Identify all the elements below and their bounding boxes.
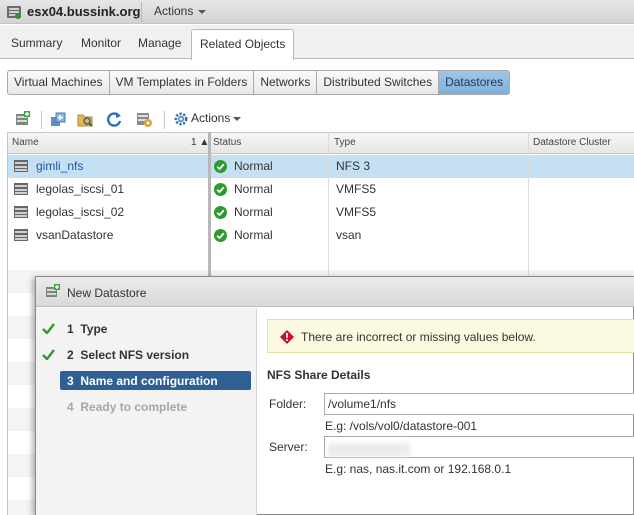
step-label: Ready to complete [80, 400, 188, 414]
host-name: esx04.bussink.org [27, 4, 141, 19]
server-hint: E.g: nas, nas.it.com or 192.168.0.1 [325, 462, 512, 476]
new-datastore-icon[interactable] [14, 111, 31, 128]
wizard-step-3[interactable]: 3 Name and configuration [60, 371, 251, 390]
row-status: Normal [234, 159, 273, 173]
wizard-steps: 1 Type 2 Select NFS version 3 Name and c… [36, 308, 257, 515]
redacted-server-value [328, 443, 410, 457]
datastore-icon [14, 229, 28, 241]
validation-warning: There are incorrect or missing values be… [267, 319, 634, 353]
header-bar: esx04.bussink.org Actions [0, 0, 634, 24]
dialog-title: New Datastore [67, 286, 147, 300]
table-row[interactable]: vsanDatastore Normal vsan [8, 224, 634, 247]
step-number: 1 [67, 322, 74, 336]
column-header-type[interactable]: Type [334, 137, 356, 148]
sub-tabs: Virtual Machines VM Templates in Folders… [7, 70, 511, 95]
table-row[interactable]: gimli_nfs Normal NFS 3 [8, 155, 634, 178]
status-ok-icon [214, 160, 227, 173]
step-label: Select NFS version [80, 348, 190, 362]
wizard-step-4: 4 Ready to complete [67, 400, 187, 414]
step-number: 2 [67, 348, 74, 362]
step-number: 4 [67, 400, 74, 414]
chevron-down-icon [198, 9, 207, 14]
tab-summary[interactable]: Summary [11, 36, 62, 50]
subtab-networks[interactable]: Networks [254, 71, 318, 94]
step-label: Name and configuration [80, 374, 218, 388]
folder-label: Folder: [269, 397, 307, 411]
row-name[interactable]: vsanDatastore [36, 228, 113, 242]
subtab-distributed-switches[interactable]: Distributed Switches [317, 71, 440, 94]
toolbar-divider [41, 111, 42, 129]
table-row[interactable]: legolas_iscsi_01 Normal VMFS5 [8, 178, 634, 201]
status-ok-icon [214, 206, 227, 219]
header-actions-menu[interactable]: Actions [154, 4, 207, 18]
subtab-datastores[interactable]: Datastores [439, 71, 510, 94]
table-row[interactable]: legolas_iscsi_02 Normal VMFS5 [8, 201, 634, 224]
main-tabs: Summary Monitor Manage Related Objects [0, 25, 634, 60]
check-icon [42, 323, 55, 334]
grid-header: Name 1 ▲ Status Type Datastore Cluster [8, 132, 634, 154]
toolbar-actions-label: Actions [191, 111, 231, 126]
folder-input[interactable] [324, 393, 634, 415]
row-type: NFS 3 [336, 159, 371, 173]
row-name[interactable]: legolas_iscsi_01 [36, 182, 124, 196]
dialog-title-bar[interactable]: New Datastore [36, 277, 634, 307]
sort-indicator[interactable]: 1 ▲ [191, 137, 209, 148]
datastore-icon [14, 160, 28, 172]
row-type: vsan [336, 228, 362, 242]
tab-related-objects[interactable]: Related Objects [191, 29, 295, 60]
column-header-datastore-cluster[interactable]: Datastore Cluster [533, 137, 611, 148]
column-header-name[interactable]: Name [12, 137, 39, 148]
status-ok-icon [214, 183, 227, 196]
datastore-icon [14, 206, 28, 218]
header-divider [141, 2, 142, 22]
browse-files-icon[interactable] [77, 111, 94, 128]
header-actions-label: Actions [154, 4, 194, 18]
chevron-down-icon [233, 117, 242, 121]
check-icon [42, 349, 55, 360]
subtab-vm-templates[interactable]: VM Templates in Folders [110, 71, 255, 94]
subtab-virtual-machines[interactable]: Virtual Machines [8, 71, 110, 94]
wizard-content: There are incorrect or missing values be… [258, 308, 634, 515]
tab-manage[interactable]: Manage [138, 36, 181, 50]
folder-hint: E.g: /vols/vol0/datastore-001 [325, 419, 478, 433]
row-name[interactable]: legolas_iscsi_02 [36, 205, 124, 219]
warning-message: There are incorrect or missing values be… [301, 330, 536, 344]
wizard-step-2[interactable]: 2 Select NFS version [67, 348, 189, 362]
toolbar-divider [164, 111, 165, 129]
refresh-icon[interactable] [106, 111, 123, 128]
server-label: Server: [269, 440, 308, 454]
row-status: Normal [234, 182, 273, 196]
gear-icon [174, 112, 188, 126]
host-icon [7, 6, 21, 19]
wizard-step-1[interactable]: 1 Type [67, 322, 107, 336]
datastore-cluster-icon[interactable] [136, 111, 153, 128]
datastore-icon [14, 183, 28, 195]
section-title: NFS Share Details [267, 368, 371, 382]
step-label: Type [80, 322, 108, 336]
row-name[interactable]: gimli_nfs [36, 159, 83, 173]
step-number: 3 [67, 374, 74, 388]
datastore-toolbar: Actions [0, 108, 634, 132]
register-vm-icon[interactable] [50, 111, 67, 128]
tab-monitor[interactable]: Monitor [81, 36, 121, 50]
column-header-status[interactable]: Status [213, 137, 241, 148]
row-type: VMFS5 [336, 205, 377, 219]
new-datastore-dialog: New Datastore 1 Type 2 Select NFS versio… [35, 276, 634, 515]
new-datastore-icon [46, 284, 60, 297]
row-type: VMFS5 [336, 182, 377, 196]
error-icon [280, 330, 294, 344]
row-status: Normal [234, 205, 273, 219]
status-ok-icon [214, 229, 227, 242]
row-status: Normal [234, 228, 273, 242]
toolbar-actions-menu[interactable]: Actions [173, 111, 242, 127]
